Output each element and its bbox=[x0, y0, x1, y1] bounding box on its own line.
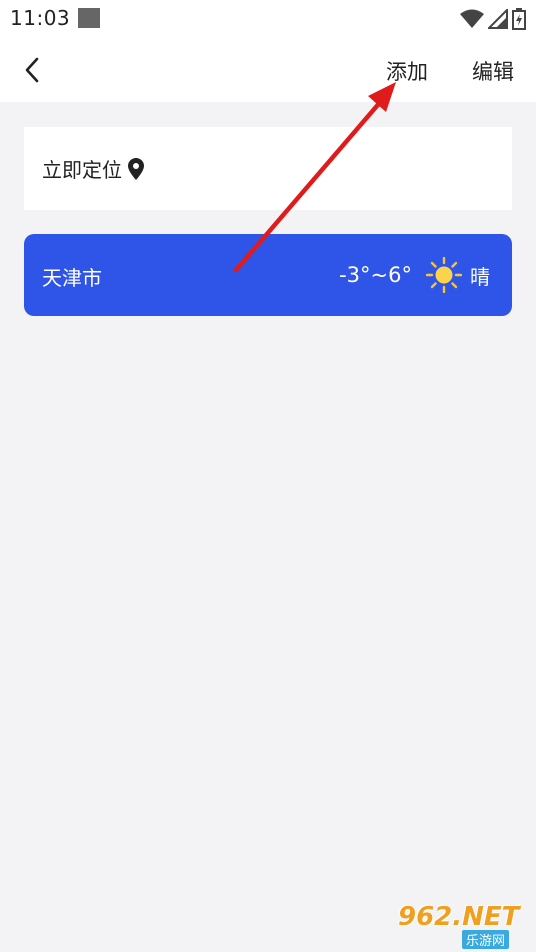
chevron-left-icon bbox=[25, 57, 39, 83]
battery-icon bbox=[512, 8, 526, 30]
status-time: 11:03 bbox=[10, 6, 71, 30]
wifi-icon bbox=[460, 9, 484, 28]
signal-icon bbox=[488, 9, 508, 29]
weather-condition: 晴 bbox=[470, 264, 490, 289]
location-pin-icon bbox=[128, 157, 144, 180]
back-button[interactable] bbox=[14, 52, 50, 88]
watermark-main: 962.NET bbox=[398, 902, 520, 932]
status-bar: 11:03 bbox=[0, 0, 536, 38]
header: 添加 编辑 bbox=[0, 38, 536, 102]
sun-icon bbox=[426, 257, 462, 293]
temperature-range: -3°~6° bbox=[339, 263, 412, 287]
notification-icon bbox=[78, 8, 100, 28]
locate-now-button[interactable]: 立即定位 bbox=[24, 127, 512, 210]
city-name: 天津市 bbox=[42, 266, 102, 290]
status-icons bbox=[460, 8, 526, 30]
watermark-sub: 乐游网 bbox=[462, 930, 510, 949]
city-card[interactable]: 天津市 -3°~6° 晴 bbox=[24, 234, 512, 316]
watermark-logo: 962.NET 乐游网 bbox=[398, 902, 530, 949]
edit-button[interactable]: 编辑 bbox=[472, 56, 514, 86]
city-weather: -3°~6° 晴 bbox=[339, 257, 490, 293]
locate-now-label: 立即定位 bbox=[42, 158, 122, 182]
add-button[interactable]: 添加 bbox=[386, 56, 428, 86]
